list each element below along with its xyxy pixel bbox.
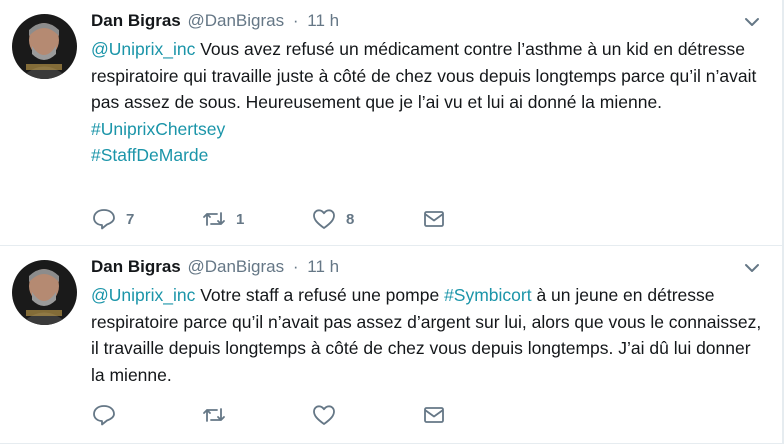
retweet-icon — [203, 212, 225, 226]
tweet-header: Dan Bigras @DanBigras · 11 h — [91, 10, 762, 32]
like-icon — [313, 209, 335, 229]
tweet-time[interactable]: 11 h — [307, 257, 339, 276]
tweet-text: @Uniprix_inc Votre staff a refusé une po… — [91, 282, 762, 388]
author-handle[interactable]: @DanBigras — [187, 11, 284, 30]
author-name[interactable]: Dan Bigras — [91, 11, 181, 30]
avatar[interactable] — [12, 14, 77, 79]
chevron-down-icon[interactable] — [744, 262, 760, 274]
direct-message-button[interactable] — [422, 404, 462, 426]
separator-dot: · — [292, 11, 299, 30]
tweet-content: Dan Bigras @DanBigras · 11 h @Uniprix_in… — [91, 10, 762, 169]
reply-count: 7 — [126, 210, 135, 228]
reply-button[interactable]: 7 — [92, 208, 202, 230]
like-button[interactable] — [312, 404, 422, 426]
message-icon — [424, 407, 444, 423]
direct-message-button[interactable] — [422, 208, 462, 230]
chevron-down-icon[interactable] — [744, 16, 760, 28]
tweet-timeline: Dan Bigras @DanBigras · 11 h @Uniprix_in… — [0, 0, 782, 443]
avatar[interactable] — [12, 260, 77, 325]
like-count: 8 — [346, 210, 355, 228]
like-icon — [313, 405, 335, 425]
mention-link[interactable]: @Uniprix_inc — [91, 39, 195, 59]
tweet-time[interactable]: 11 h — [307, 11, 339, 30]
retweet-count: 1 — [236, 210, 245, 228]
author-handle[interactable]: @DanBigras — [187, 257, 284, 276]
hashtag-link[interactable]: #Symbicort — [444, 285, 532, 305]
tweet[interactable]: Dan Bigras @DanBigras · 11 h @Uniprix_in… — [0, 0, 782, 246]
retweet-button[interactable] — [202, 404, 312, 426]
retweet-button[interactable]: 1 — [202, 208, 312, 230]
tweet-actions — [92, 404, 462, 426]
tweet-header: Dan Bigras @DanBigras · 11 h — [91, 256, 762, 278]
reply-icon — [93, 209, 115, 230]
reply-icon — [93, 405, 115, 426]
message-icon — [424, 211, 444, 227]
like-button[interactable]: 8 — [312, 208, 422, 230]
hashtag-link[interactable]: #UniprixChertsey — [91, 116, 762, 143]
reply-button[interactable] — [92, 404, 202, 426]
tweet[interactable]: Dan Bigras @DanBigras · 11 h @Uniprix_in… — [0, 246, 782, 443]
tweet-text: @Uniprix_inc Vous avez refusé un médicam… — [91, 36, 762, 169]
avatar-image — [12, 260, 77, 325]
tweet-body-start: Votre staff a refusé une pompe — [195, 285, 445, 305]
retweet-icon — [203, 408, 225, 422]
hashtag-link[interactable]: #StaffDeMarde — [91, 142, 762, 169]
tweet-actions: 7 1 8 — [92, 208, 462, 230]
tweet-content: Dan Bigras @DanBigras · 11 h @Uniprix_in… — [91, 256, 762, 388]
separator-dot: · — [292, 257, 299, 276]
avatar-image — [12, 14, 77, 79]
author-name[interactable]: Dan Bigras — [91, 257, 181, 276]
mention-link[interactable]: @Uniprix_inc — [91, 285, 195, 305]
